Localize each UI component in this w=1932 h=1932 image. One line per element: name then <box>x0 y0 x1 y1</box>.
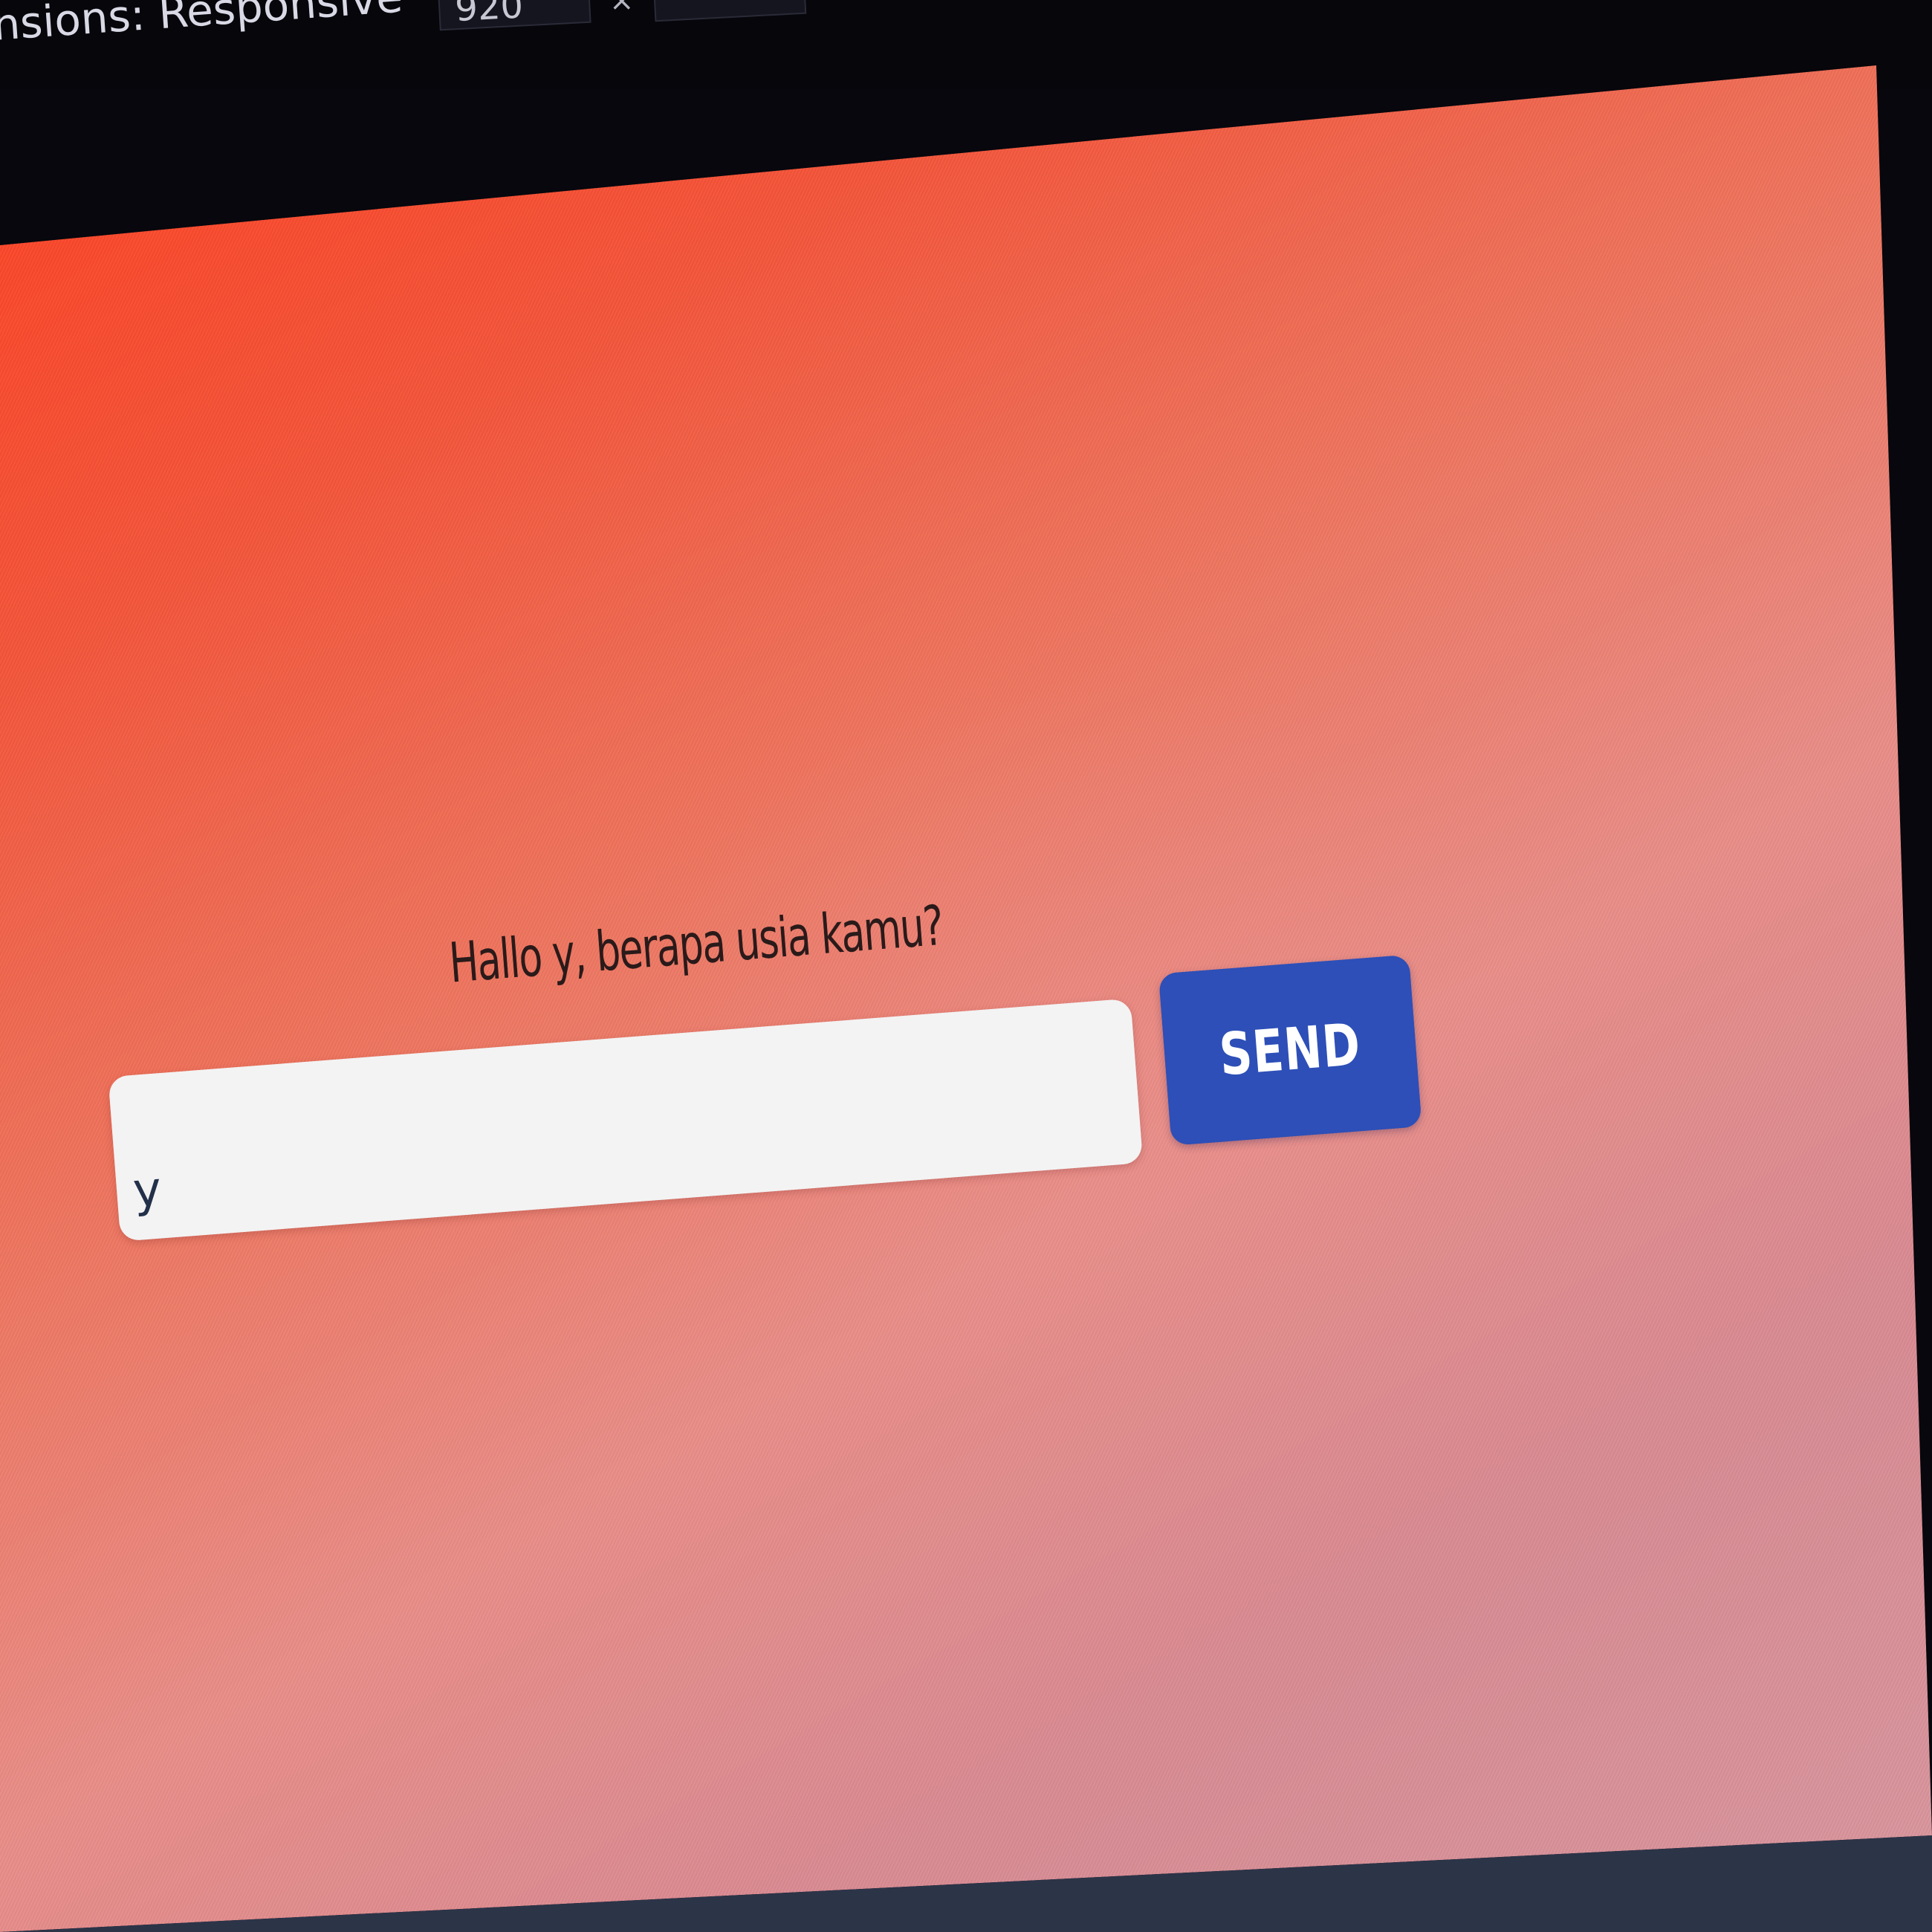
times-icon: × <box>609 0 635 18</box>
viewport-height-field[interactable] <box>652 0 807 22</box>
photo-scene: nsions: Responsive 920 × Hallo y, berapa… <box>0 0 1932 1932</box>
answer-input[interactable] <box>108 998 1144 1242</box>
send-button[interactable]: SEND <box>1158 954 1422 1146</box>
dimensions-selector[interactable]: nsions: Responsive <box>0 0 444 51</box>
viewport-width-field[interactable]: 920 <box>437 0 591 31</box>
devtools-device-toolbar: nsions: Responsive 920 × <box>0 0 1932 89</box>
dimensions-label: nsions: <box>0 0 147 51</box>
send-button-label: SEND <box>1217 1011 1364 1089</box>
viewport-width-value: 920 <box>453 0 525 30</box>
question-text: Hallo y, berapa usia kamu? <box>447 893 945 996</box>
dimensions-mode: Responsive <box>157 0 404 39</box>
